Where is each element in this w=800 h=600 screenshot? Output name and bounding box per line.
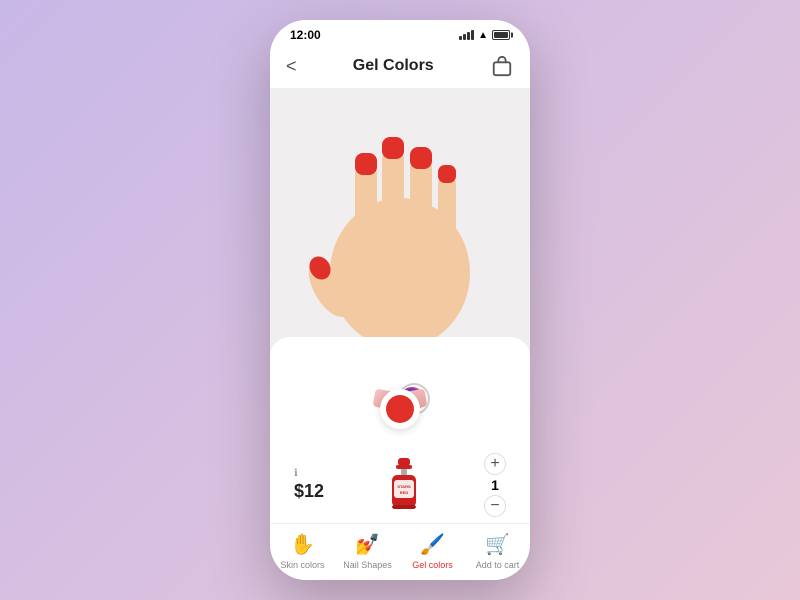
- color-palette: ℹ $12 STARS: [270, 337, 530, 523]
- nav-skin-colors[interactable]: ✋ Skin colors: [275, 532, 330, 570]
- back-button[interactable]: <: [286, 56, 297, 77]
- nav-cart-label: Add to cart: [476, 560, 520, 570]
- nav-nail-shapes[interactable]: 💅 Nail Shapes: [340, 532, 395, 570]
- nail-shapes-icon: 💅: [355, 532, 380, 557]
- status-bar: 12:00 ▲: [270, 20, 530, 46]
- product-price: $12: [294, 481, 324, 502]
- nav-gel-colors[interactable]: 🖌️ Gel colors: [405, 532, 460, 570]
- color-wheel: [290, 347, 510, 447]
- nav-add-to-cart[interactable]: 🛒 Add to cart: [470, 532, 525, 570]
- product-row: ℹ $12 STARS: [270, 447, 530, 523]
- product-bottle: STARS RED: [382, 458, 427, 513]
- svg-text:STARS: STARS: [397, 484, 411, 489]
- quantity-decrease[interactable]: −: [484, 495, 506, 517]
- nav-skin-label: Skin colors: [280, 560, 324, 570]
- bottom-nav: ✋ Skin colors 💅 Nail Shapes 🖌️ Gel color…: [270, 523, 530, 580]
- svg-text:RED: RED: [400, 490, 409, 495]
- status-icons: ▲: [459, 30, 510, 41]
- brush-icon: 🖌️: [420, 532, 445, 557]
- selected-color-center: [380, 389, 420, 429]
- price-section: ℹ $12: [294, 468, 324, 502]
- hand-preview: [270, 88, 530, 357]
- quantity-increase[interactable]: +: [484, 453, 506, 475]
- quantity-section: + 1 −: [484, 453, 506, 517]
- wifi-icon: ▲: [478, 30, 488, 41]
- quantity-value: 1: [491, 477, 499, 493]
- page-title: Gel Colors: [353, 57, 434, 75]
- nav-gel-label: Gel colors: [412, 560, 453, 570]
- cart-button[interactable]: [490, 54, 514, 78]
- hand-icon: ✋: [290, 532, 315, 557]
- signal-icon: [459, 30, 474, 40]
- battery-icon: [492, 30, 510, 40]
- status-time: 12:00: [290, 28, 321, 42]
- selected-color-dot: [386, 395, 414, 423]
- main-content: ℹ $12 STARS: [270, 88, 530, 523]
- nav-shapes-label: Nail Shapes: [343, 560, 392, 570]
- phone-frame: 12:00 ▲ < Gel Colors: [270, 20, 530, 580]
- cart-nav-icon: 🛒: [485, 532, 510, 557]
- header: < Gel Colors: [270, 46, 530, 88]
- info-icon: ℹ: [294, 468, 324, 479]
